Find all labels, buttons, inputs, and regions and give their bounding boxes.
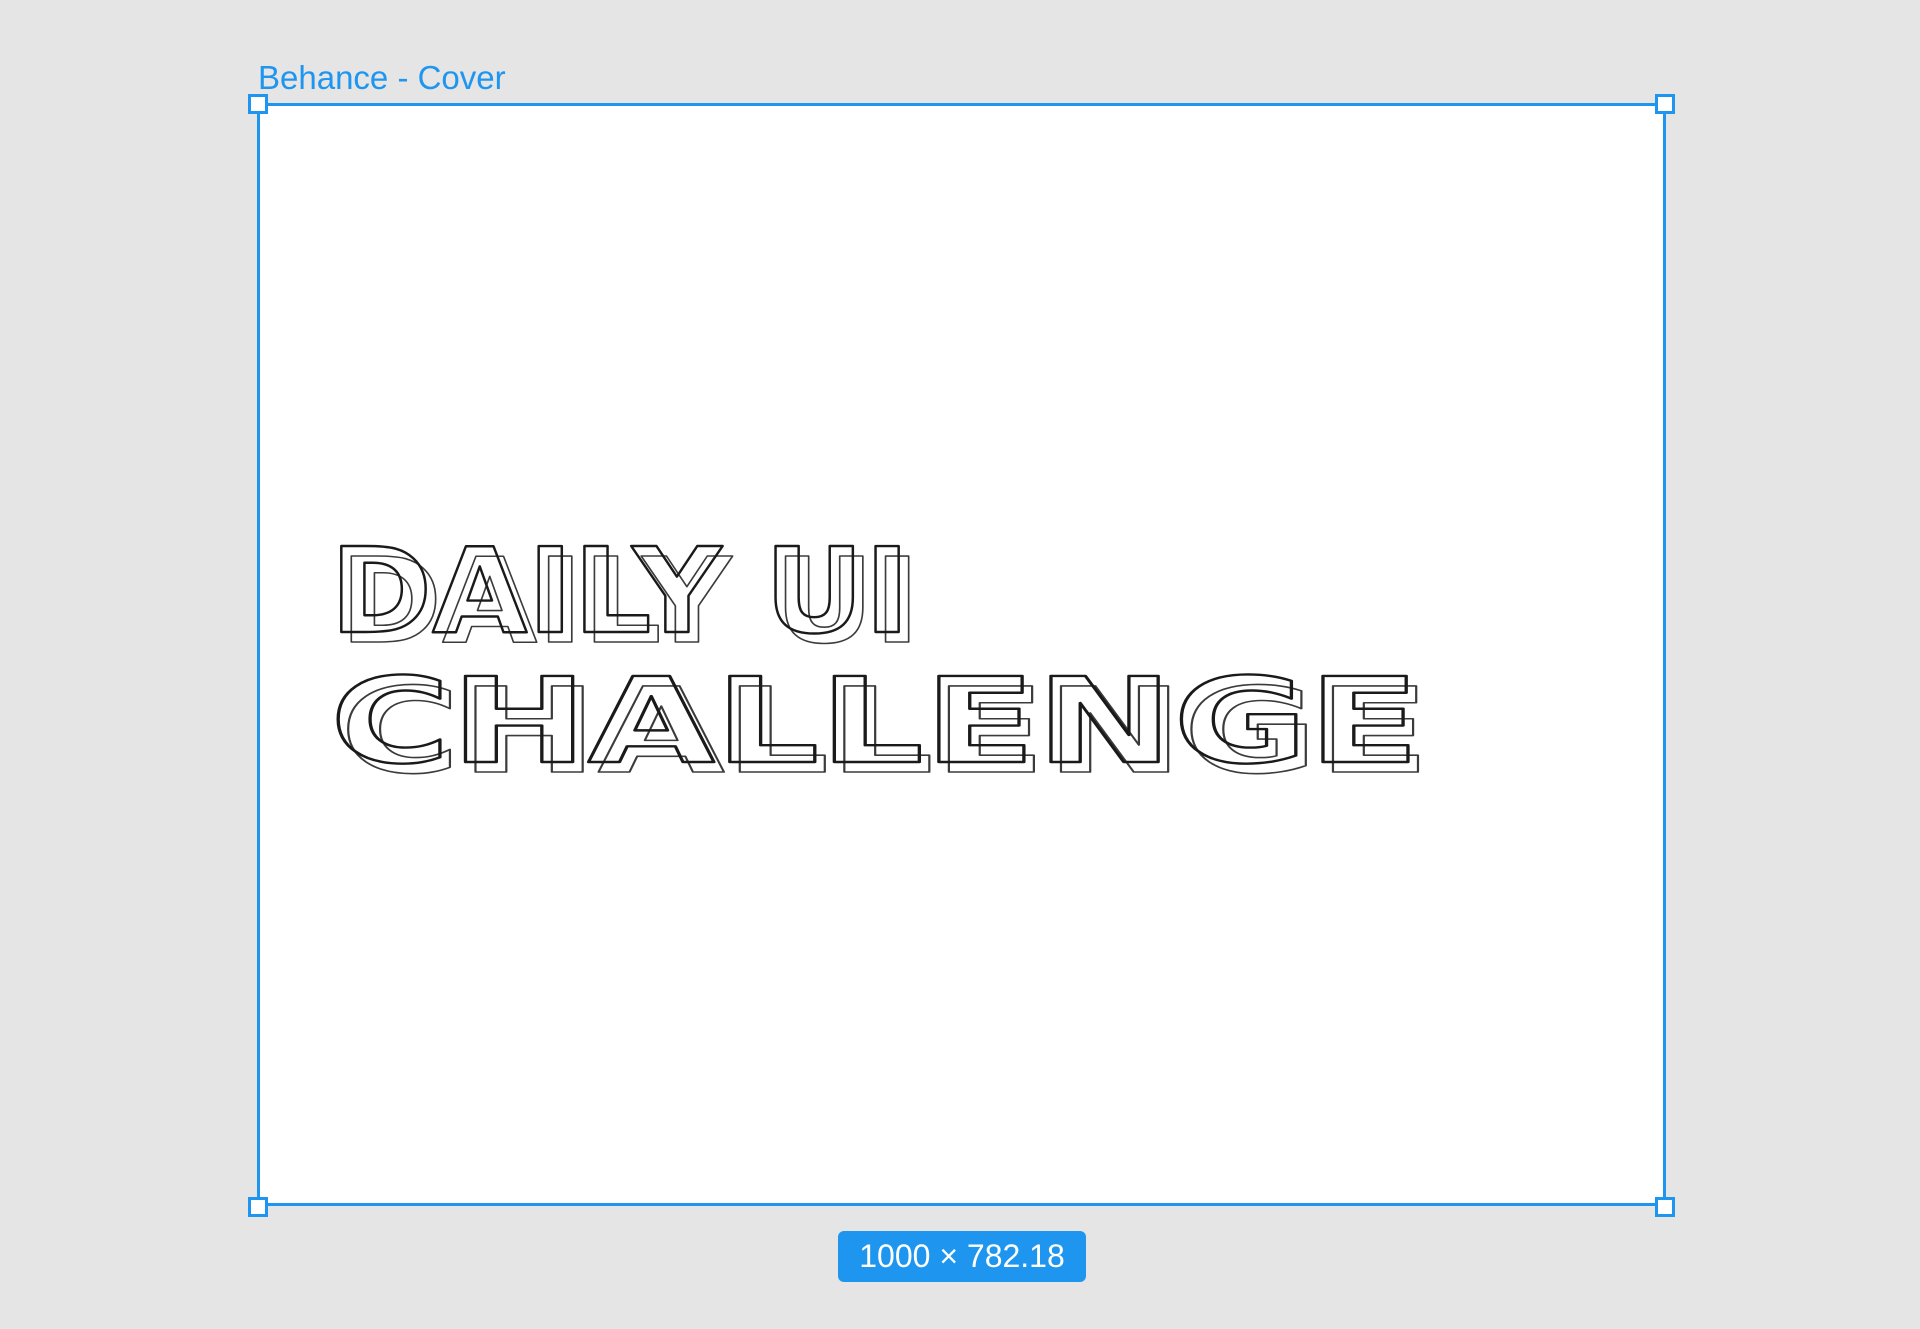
resize-handle-bottom-left[interactable] <box>248 1197 268 1217</box>
resize-handle-top-right[interactable] <box>1655 94 1675 114</box>
title-line-1: DAILY UI <box>330 522 910 660</box>
artboard-label[interactable]: Behance - Cover <box>258 58 506 98</box>
dimensions-badge: 1000 × 782.18 <box>838 1231 1086 1282</box>
title-line-2: CHALLENGE <box>330 652 1420 790</box>
hand-drawn-title-artwork: DAILY UI DAILY UI CHALLENGE CHALLENGE <box>329 521 1431 790</box>
resize-handle-bottom-right[interactable] <box>1655 1197 1675 1217</box>
resize-handle-top-left[interactable] <box>248 94 268 114</box>
